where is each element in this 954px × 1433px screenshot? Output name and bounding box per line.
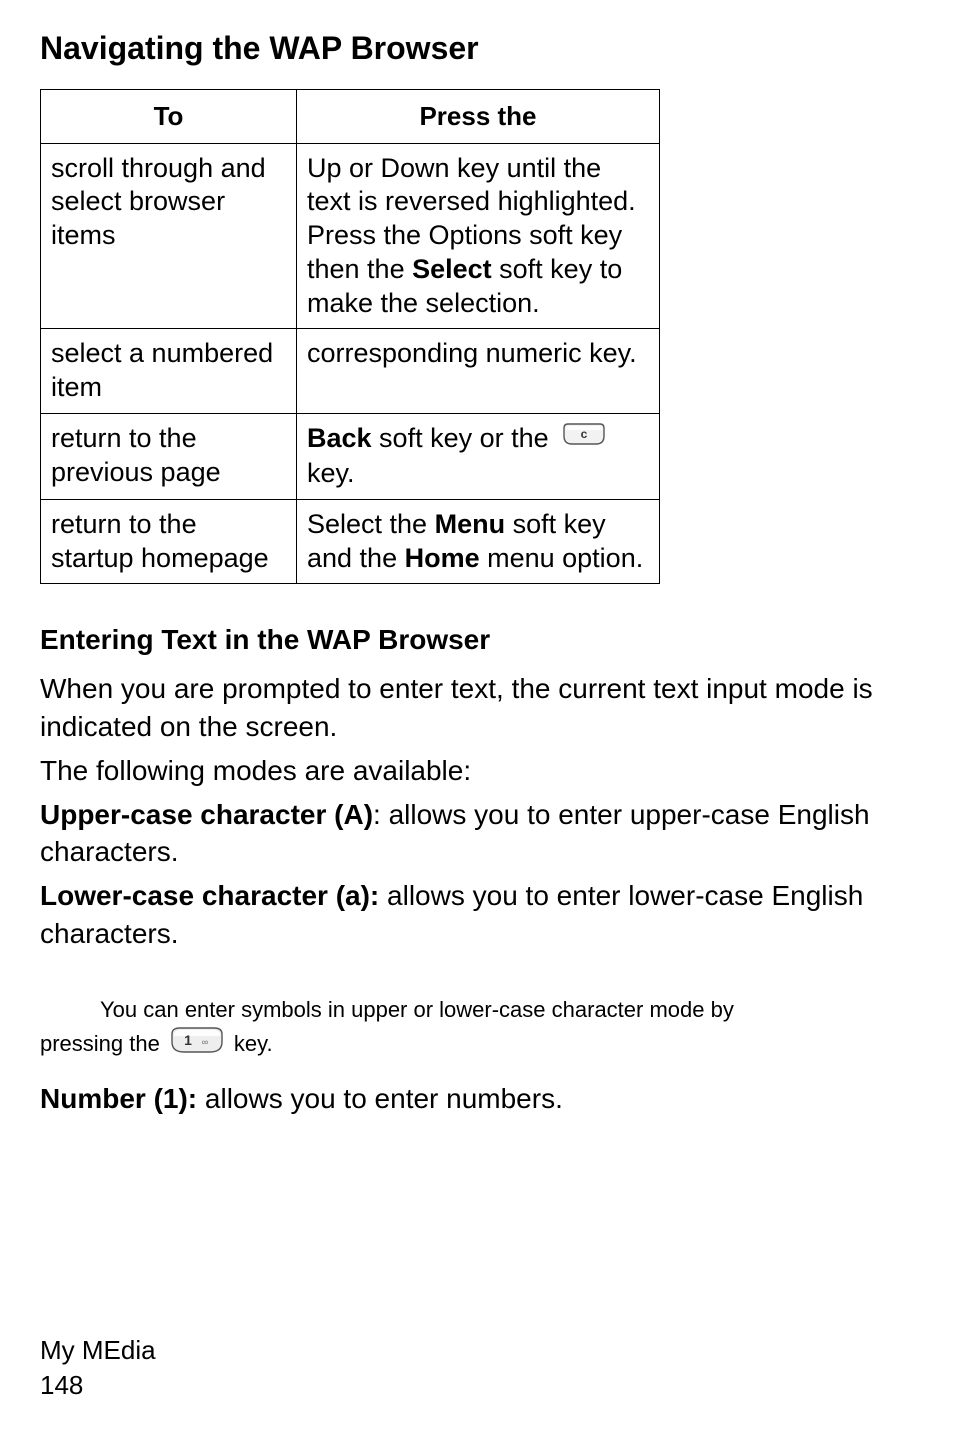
- subheading: Entering Text in the WAP Browser: [40, 624, 914, 656]
- note-text: key.: [234, 1029, 273, 1060]
- cell-to: return to the previous page: [41, 413, 297, 499]
- cell-press: Back soft key or the c key.: [297, 413, 660, 499]
- col-header-press: Press the: [297, 90, 660, 144]
- footer-page-number: 148: [40, 1368, 156, 1403]
- paragraph: When you are prompted to enter text, the…: [40, 670, 914, 746]
- cell-to: return to the startup homepage: [41, 499, 297, 584]
- cell-press: Select the Menu soft key and the Home me…: [297, 499, 660, 584]
- note: You can enter symbols in upper or lower-…: [40, 995, 914, 1063]
- mode-label: Number (1):: [40, 1083, 197, 1114]
- table-header-row: To Press the: [41, 90, 660, 144]
- table-row: scroll through and select browser items …: [41, 143, 660, 329]
- note-text: pressing the: [40, 1029, 160, 1060]
- page-title: Navigating the WAP Browser: [40, 30, 914, 67]
- paragraph: Lower-case character (a): allows you to …: [40, 877, 914, 953]
- text: menu option.: [480, 543, 644, 573]
- bold-text: Select: [412, 254, 492, 284]
- nav-table: To Press the scroll through and select b…: [40, 89, 660, 584]
- paragraph: Upper-case character (A): allows you to …: [40, 796, 914, 872]
- mode-label: Lower-case character (a):: [40, 880, 379, 911]
- svg-text:1: 1: [184, 1032, 192, 1048]
- cell-to: scroll through and select browser items: [41, 143, 297, 329]
- svg-text:c: c: [581, 427, 588, 441]
- mode-label: Upper-case character (A): [40, 799, 373, 830]
- paragraph: The following modes are available:: [40, 752, 914, 790]
- c-key-icon: c: [562, 422, 606, 457]
- text: Select the: [307, 509, 435, 539]
- cell-press: Up or Down key until the text is reverse…: [297, 143, 660, 329]
- note-text: You can enter symbols in upper or lower-…: [100, 997, 734, 1022]
- mode-text: allows you to enter numbers.: [197, 1083, 563, 1114]
- text: soft key or the: [372, 423, 557, 453]
- bold-text: Home: [405, 543, 480, 573]
- page-footer: My MEdia 148: [40, 1333, 156, 1403]
- table-row: return to the startup homepage Select th…: [41, 499, 660, 584]
- table-row: select a numbered item corresponding num…: [41, 329, 660, 414]
- cell-to: select a numbered item: [41, 329, 297, 414]
- col-header-to: To: [41, 90, 297, 144]
- paragraph: Number (1): allows you to enter numbers.: [40, 1080, 914, 1118]
- text: key.: [307, 458, 355, 488]
- bold-text: Menu: [435, 509, 506, 539]
- cell-press: corresponding numeric key.: [297, 329, 660, 414]
- one-key-icon: 1 ∞: [170, 1026, 224, 1063]
- bold-text: Back: [307, 423, 372, 453]
- footer-section: My MEdia: [40, 1333, 156, 1368]
- svg-text:∞: ∞: [202, 1037, 208, 1047]
- table-row: return to the previous page Back soft ke…: [41, 413, 660, 499]
